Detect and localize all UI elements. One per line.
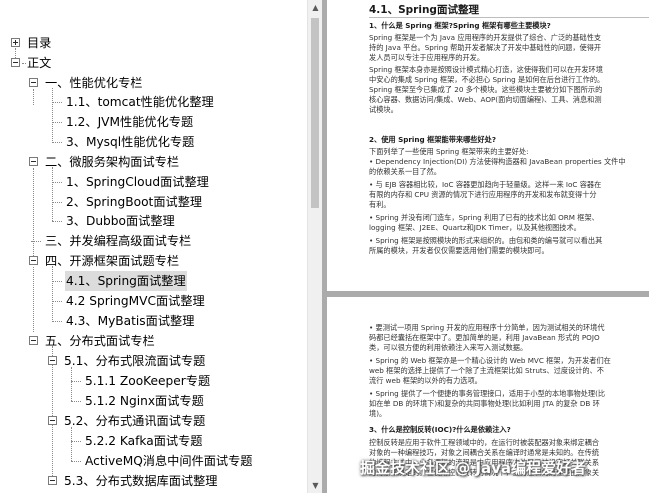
section-heading: 2、使用 Spring 框架能带来哪些好处? bbox=[369, 135, 497, 144]
outline-item-label[interactable]: 4.2 SpringMVC面试整理 bbox=[65, 291, 206, 311]
outline-vertical-scrollbar[interactable]: ▲ ▼ bbox=[307, 0, 322, 493]
outline-item[interactable]: 一、性能优化专栏 bbox=[0, 73, 307, 93]
outline-item-label[interactable]: 5.1.2 Nginx面试专题 bbox=[84, 391, 205, 411]
collapse-minus-icon[interactable] bbox=[11, 58, 20, 67]
body-text-line: 有利。 bbox=[369, 200, 391, 209]
scrollbar-thumb[interactable] bbox=[311, 18, 319, 208]
outline-item-label[interactable]: 四、开源框架面试题专栏 bbox=[44, 251, 180, 271]
body-text-line: 类，可以很方便的利用依赖注入来写入测试数据。 bbox=[369, 343, 528, 352]
watermark-text: 掘金技术社区 @ Java编程爱好者 bbox=[360, 459, 587, 477]
outline-item-label[interactable]: 1.1、tomcat性能优化整理 bbox=[65, 92, 215, 112]
body-text-line: 所属的模块，开发者仅仅需要选用他们需要的模块即可。 bbox=[369, 246, 549, 255]
outline-item[interactable]: 3、Dubbo面试整理 bbox=[0, 211, 307, 231]
body-text-line: 核心容器、数据访问/集成、Web、AOP(面向切面编程)、工具、消息和测 bbox=[369, 95, 602, 104]
body-text-line: 流行 web 框架的以外的有力选项。 bbox=[369, 376, 482, 385]
body-text-line: 中安心的集成 Spring 框架，不必担心 Spring 是如何在后台进行工作的… bbox=[369, 75, 605, 84]
collapse-minus-icon[interactable] bbox=[48, 476, 57, 485]
outline-item-label[interactable]: 1、SpringCloud面试整理 bbox=[65, 172, 210, 192]
body-text-line: web 框架的选择上提供了一个除了主流框架比如 Struts、过度设计的、不 bbox=[369, 366, 604, 375]
outline-tree-panel: 目录 正文 一、性能优化专栏 1.1、tomcat性能优化整理 1.2、JVM性能优化专… bbox=[0, 0, 307, 493]
body-text-line: 码都已经囊括在框架中了。更加简单的是，利用 JavaBean 形式的 POJO bbox=[369, 333, 600, 342]
outline-item-label[interactable]: 三、并发编程高级面试专栏 bbox=[44, 231, 192, 251]
outline-item-label[interactable]: 3、Mysql性能优化专题 bbox=[65, 132, 195, 152]
body-text-line: 试模块。 bbox=[369, 105, 398, 114]
body-text-line: Spring 框架至今已集成了 20 多个模块。这些模块主要被分如下图所示的 bbox=[369, 85, 603, 94]
body-text-line: 持的 Java 平台。Spring 帮助开发者解决了开发中基础性的问题，使得开 bbox=[369, 43, 602, 52]
outline-item[interactable]: 二、微服务架构面试专栏 bbox=[0, 152, 307, 172]
body-text-line: • 要测试一项用 Spring 开发的应用程序十分简单，因为测试相关的环境代 bbox=[369, 323, 605, 332]
page-heading: 4.1、Spring面试整理 bbox=[369, 4, 479, 16]
outline-item[interactable]: 1、SpringCloud面试整理 bbox=[0, 172, 307, 192]
body-text-line: 境)。 bbox=[369, 409, 387, 418]
document-page-top: 4.1、Spring面试整理 1、什么是 Spring 框架?Spring 框架有… bbox=[327, 0, 649, 291]
body-text-line: Spring 框架本身亦是按照设计模式精心打造，这使得我们可以在开发环境 bbox=[369, 65, 603, 74]
collapse-minus-icon[interactable] bbox=[29, 336, 38, 345]
section-heading: 3、什么是控制反转(IOC)?什么是依赖注入? bbox=[369, 425, 511, 434]
body-text-line: Spring 框架是一个为 Java 应用程序的开发提供了综合、广泛的基础性支 bbox=[369, 33, 602, 42]
section-heading: 1、什么是 Spring 框架?Spring 框架有哪些主要模块? bbox=[369, 21, 551, 30]
outline-item[interactable]: 5.1、分布式限流面试专题 bbox=[0, 351, 307, 371]
body-text-line: 如在单 DB 的环境下)和复杂的共同事物处理(比如利用 JTA 的复杂 DB 环 bbox=[369, 399, 600, 408]
body-text-line: • 与 EJB 容器相比较，IoC 容器更加趋向于轻量级。这样一来 IoC 容器… bbox=[369, 180, 602, 189]
body-text-line: • Spring 并没有闭门造车，Spring 利用了已有的技术比如 ORM 框… bbox=[369, 213, 599, 222]
outline-item[interactable]: 4.3、MyBatis面试整理 bbox=[0, 311, 307, 331]
outline-item-label[interactable]: 2、SpringBoot面试整理 bbox=[65, 192, 203, 212]
outline-item-label[interactable]: 正文 bbox=[26, 53, 52, 73]
outline-item[interactable]: 4.2 SpringMVC面试整理 bbox=[0, 291, 307, 311]
outline-item[interactable]: 3、Mysql性能优化专题 bbox=[0, 132, 307, 152]
outline-item[interactable]: 五、分布式面试专栏 bbox=[0, 331, 307, 351]
outline-item-label[interactable]: 5.2.2 Kafka面试专题 bbox=[84, 431, 203, 451]
outline-item-label[interactable]: 4.3、MyBatis面试整理 bbox=[65, 311, 195, 331]
outline-item[interactable]: 5.1.1 ZooKeeper专题 bbox=[0, 371, 307, 391]
outline-item-label[interactable]: 1.2、JVM性能优化专题 bbox=[65, 112, 194, 132]
collapse-minus-icon[interactable] bbox=[29, 78, 38, 87]
outline-item-label[interactable]: 五、分布式面试专栏 bbox=[44, 331, 156, 351]
body-text-line: 有限的内存和 CPU 资源的情况下进行应用程序的开发和发布就变得十分 bbox=[369, 190, 597, 199]
outline-item[interactable]: 5.3、分布式数据库面试整理 bbox=[0, 471, 307, 491]
body-text-line: • Spring 的 Web 框架亦是一个精心设计的 Web MVC 框架，为开… bbox=[369, 356, 611, 365]
body-text-line: • Dependency Injection(DI) 方法使得构造器和 Java… bbox=[369, 157, 626, 166]
body-text-line: • Spring 提供了一个便捷的事务管理接口，适用于小型的本地事物处理(比 bbox=[369, 389, 606, 398]
outline-item[interactable]: 1.1、tomcat性能优化整理 bbox=[0, 92, 307, 112]
outline-item-label[interactable]: 目录 bbox=[26, 33, 52, 53]
outline-item[interactable]: 三、并发编程高级面试专栏 bbox=[0, 231, 307, 251]
document-viewer[interactable]: 4.1、Spring面试整理 1、什么是 Spring 框架?Spring 框架有… bbox=[322, 0, 649, 493]
body-text-line: 控制反转是应用于软件工程领域中的，在运行时被装配器对象来绑定耦合 bbox=[369, 438, 600, 447]
outline-item-label[interactable]: 4.1、Spring面试整理 bbox=[65, 271, 187, 291]
collapse-minus-icon[interactable] bbox=[29, 256, 38, 265]
body-text-line: 发人员可以专注于应用程序的开发。 bbox=[369, 53, 485, 62]
scroll-up-arrow-icon[interactable]: ▲ bbox=[308, 0, 323, 15]
outline-item[interactable]: 5.1.2 Nginx面试专题 bbox=[0, 391, 307, 411]
scroll-down-arrow-icon[interactable]: ▼ bbox=[308, 478, 323, 493]
outline-item[interactable]: 4.1、Spring面试整理 bbox=[0, 271, 307, 291]
outline-item-label[interactable]: 5.1、分布式限流面试专题 bbox=[63, 351, 206, 371]
collapse-minus-icon[interactable] bbox=[48, 356, 57, 365]
body-text-line: 下面列举了一些使用 Spring 框架带来的主要好处: bbox=[369, 147, 529, 156]
outline-item-label[interactable]: ActiveMQ消息中间件面试专题 bbox=[84, 451, 254, 471]
outline-item[interactable]: 5.2.2 Kafka面试专题 bbox=[0, 431, 307, 451]
outline-item[interactable]: 目录 bbox=[0, 33, 307, 53]
outline-item-label[interactable]: 5.2、分布式通讯面试专题 bbox=[63, 411, 206, 431]
body-text-line: logging 框架、J2EE、Quartz和JDK Timer，以及其他视图技… bbox=[369, 223, 581, 232]
outline-item[interactable]: 5.2、分布式通讯面试专题 bbox=[0, 411, 307, 431]
outline-item[interactable]: 2、SpringBoot面试整理 bbox=[0, 192, 307, 212]
outline-item-label[interactable]: 二、微服务架构面试专栏 bbox=[44, 152, 180, 172]
outline-item-label[interactable]: 5.1.1 ZooKeeper专题 bbox=[84, 371, 211, 391]
outline-item-label[interactable]: 3、Dubbo面试整理 bbox=[65, 211, 176, 231]
expand-plus-icon[interactable] bbox=[11, 38, 20, 47]
outline-item[interactable]: 正文 bbox=[0, 53, 307, 73]
collapse-minus-icon[interactable] bbox=[29, 157, 38, 166]
outline-item[interactable]: 四、开源框架面试题专栏 bbox=[0, 251, 307, 271]
body-text-line: 的依赖关系一目了然。 bbox=[369, 167, 441, 176]
outline-item[interactable]: ActiveMQ消息中间件面试专题 bbox=[0, 451, 307, 471]
outline-item[interactable]: 1.2、JVM性能优化专题 bbox=[0, 112, 307, 132]
body-text-line: • Spring 框架是按照模块的形式来组织的。由包和类的编号就可以看出其 bbox=[369, 236, 603, 245]
heading-rule bbox=[369, 17, 649, 18]
collapse-minus-icon[interactable] bbox=[48, 416, 57, 425]
outline-item-label[interactable]: 一、性能优化专栏 bbox=[44, 73, 144, 93]
outline-item-label[interactable]: 5.3、分布式数据库面试整理 bbox=[63, 471, 218, 491]
